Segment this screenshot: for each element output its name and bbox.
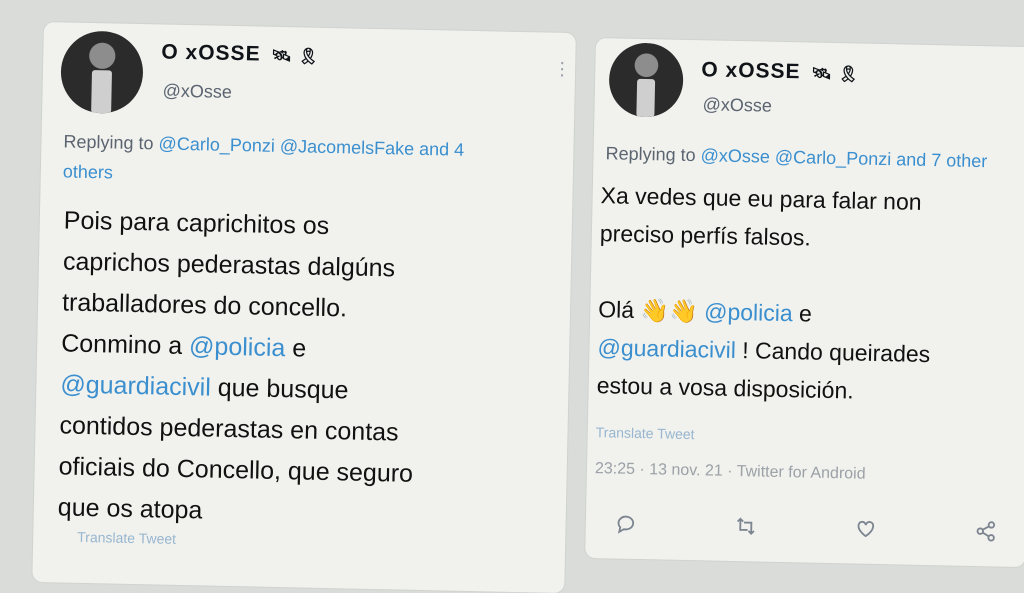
reply-others-link[interactable]: others <box>63 161 113 182</box>
reply-context: Replying to @Carlo_Ponzi @JacomelsFake a… <box>63 126 465 194</box>
reply-mentions-link[interactable]: @xOsse @Carlo_Ponzi and 7 other <box>700 145 987 171</box>
like-icon[interactable] <box>853 518 878 546</box>
display-name-text: O xOSSE <box>161 40 261 66</box>
tweet-text: que busque <box>217 373 349 405</box>
avatar[interactable] <box>608 42 684 118</box>
tweet-card-left[interactable]: O xOSSE 🛰 🎗 @xOsse ⋮ Replying to @Carlo_… <box>32 22 576 593</box>
tweet-text: e <box>798 300 813 327</box>
tweet-actions <box>613 512 998 548</box>
tweet-body: Xa vedes que eu para falar non preciso p… <box>596 176 933 411</box>
reply-icon[interactable] <box>613 512 638 540</box>
display-name[interactable]: O xOSSE 🛰 🎗 <box>701 58 860 85</box>
tweet-metadata: 23:25 · 13 nov. 21 · Twitter for Android <box>594 460 866 483</box>
translate-tweet-link[interactable]: Translate Tweet <box>77 529 176 547</box>
tweet-text: ! Cando queirades <box>742 337 931 368</box>
mention-guardiacivil-link[interactable]: @guardiacivil <box>597 334 736 363</box>
tweet-line: preciso perfís falsos. <box>599 220 812 251</box>
badge-icons: 🛰 🎗 <box>811 65 860 84</box>
tweet-text: e <box>292 334 307 363</box>
reply-prefix: Replying to <box>63 131 154 154</box>
waving-hand-icon: 👋👋 <box>640 296 699 325</box>
handle[interactable]: @xOsse <box>162 81 232 103</box>
avatar[interactable] <box>60 30 144 115</box>
reply-prefix: Replying to <box>605 143 696 166</box>
mention-policia-link[interactable]: @policia <box>704 298 793 326</box>
retweet-icon[interactable] <box>733 515 758 543</box>
display-name-text: O xOSSE <box>701 58 801 84</box>
tweet-card-right[interactable]: O xOSSE 🛰 🎗 @xOsse Replying to @xOsse @C… <box>585 38 1024 568</box>
more-options-icon[interactable]: ⋮ <box>553 59 571 80</box>
tweet-body: Pois para caprichitos os caprichos peder… <box>57 200 418 535</box>
handle[interactable]: @xOsse <box>702 94 772 116</box>
mention-policia-link[interactable]: @policia <box>189 332 286 362</box>
reply-context: Replying to @xOsse @Carlo_Ponzi and 7 ot… <box>605 138 987 176</box>
mention-guardiacivil-link[interactable]: @guardiacivil <box>60 370 211 401</box>
share-icon[interactable] <box>973 520 998 548</box>
tweet-line: estou a vosa disposición. <box>596 372 854 404</box>
badge-icons: 🛰 🎗 <box>271 47 320 66</box>
translate-tweet-link[interactable]: Translate Tweet <box>596 424 695 442</box>
reply-mentions-link[interactable]: @Carlo_Ponzi @JacomelsFake and 4 <box>158 133 464 159</box>
tweet-text: Conmino a <box>60 329 183 360</box>
tweet-text: Olá <box>598 296 635 323</box>
display-name[interactable]: O xOSSE 🛰 🎗 <box>161 40 320 67</box>
